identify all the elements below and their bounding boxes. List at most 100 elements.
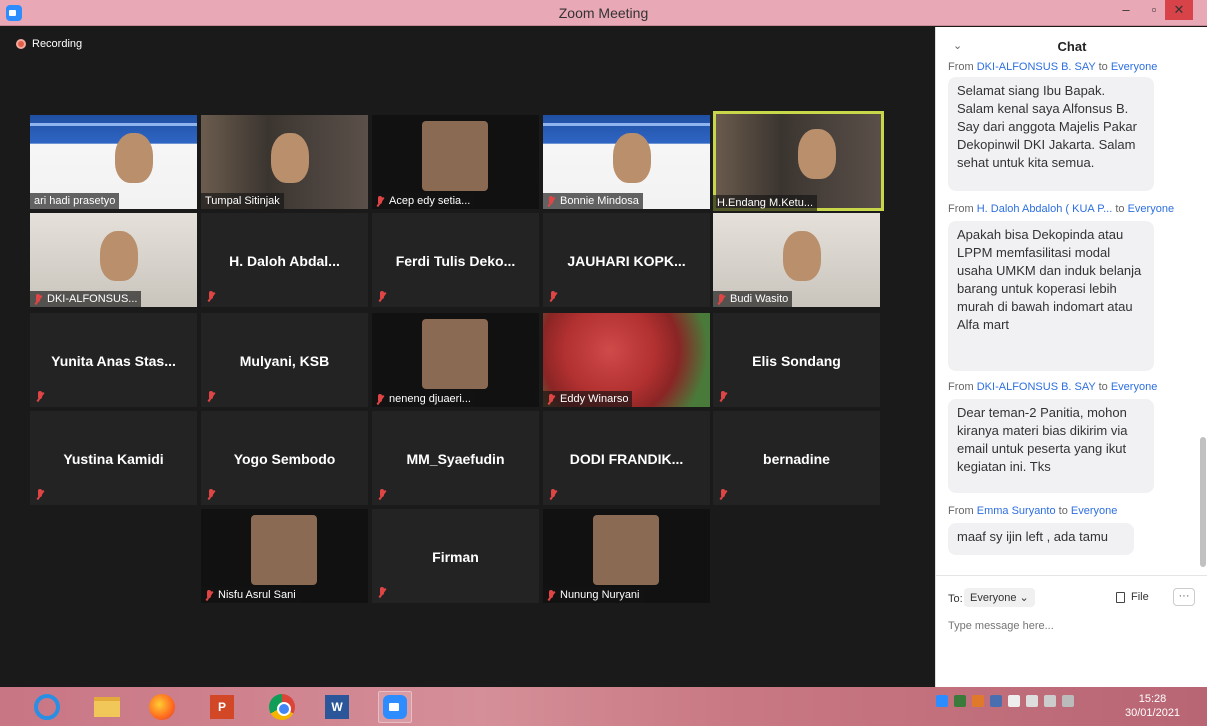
message-input[interactable] bbox=[948, 616, 1188, 636]
participant-name: Bonnie Mindosa bbox=[560, 195, 639, 207]
firefox-button[interactable] bbox=[145, 691, 179, 723]
chat-message-bubble[interactable]: Dear teman-2 Panitia, mohon kiranya mate… bbox=[948, 399, 1154, 493]
word-button[interactable]: W bbox=[320, 691, 354, 723]
zoom-icon bbox=[383, 695, 407, 719]
participant-tile[interactable]: bernadine bbox=[713, 411, 880, 505]
sender-name[interactable]: Emma Suryanto bbox=[977, 505, 1056, 517]
scrollbar-thumb[interactable] bbox=[1200, 437, 1206, 567]
participant-tile[interactable]: JAUHARI KOPK... bbox=[543, 213, 710, 307]
file-icon bbox=[1116, 591, 1125, 603]
internet-explorer-button[interactable] bbox=[30, 691, 64, 723]
participant-name-label: Bonnie Mindosa bbox=[543, 193, 643, 209]
participant-name-label: Budi Wasito bbox=[713, 291, 793, 307]
muted-mic-icon bbox=[547, 589, 556, 601]
recording-indicator[interactable]: Recording bbox=[16, 38, 82, 50]
muted-mic-icon bbox=[549, 291, 558, 303]
muted-mic-icon bbox=[376, 393, 385, 405]
participant-tile[interactable]: H.Endang M.Ketu... bbox=[713, 111, 884, 211]
slide-banner bbox=[30, 123, 197, 126]
participant-tile[interactable]: Mulyani, KSB bbox=[201, 313, 368, 407]
face-shape bbox=[115, 133, 153, 183]
participant-name: Nunung Nuryani bbox=[560, 589, 640, 601]
participant-name: ari hadi prasetyo bbox=[34, 195, 116, 207]
participant-name-label: neneng djuaeri... bbox=[372, 391, 475, 407]
chrome-button[interactable] bbox=[265, 691, 299, 723]
sender-name[interactable]: DKI-ALFONSUS B. SAY bbox=[977, 61, 1096, 73]
participant-tile[interactable]: Nisfu Asrul Sani bbox=[201, 509, 368, 603]
file-button[interactable]: File bbox=[1116, 591, 1149, 603]
participant-name-center: Firman bbox=[432, 549, 479, 565]
more-options-button[interactable]: ··· bbox=[1173, 588, 1195, 606]
participant-tile[interactable]: Tumpal Sitinjak bbox=[201, 115, 368, 209]
recipient-name[interactable]: Everyone bbox=[1071, 505, 1117, 517]
recipient-name[interactable]: Everyone bbox=[1111, 61, 1157, 73]
participant-name: neneng djuaeri... bbox=[389, 393, 471, 405]
windows-taskbar: P W 15:28 30/01/2021 bbox=[0, 687, 1207, 726]
sender-name[interactable]: DKI-ALFONSUS B. SAY bbox=[977, 381, 1096, 393]
participant-tile[interactable]: ari hadi prasetyo bbox=[30, 115, 197, 209]
participant-name-center: DODI FRANDIK... bbox=[569, 451, 684, 467]
participant-tile[interactable]: DKI-ALFONSUS... bbox=[30, 213, 197, 307]
muted-mic-icon bbox=[34, 293, 43, 305]
muted-mic-icon bbox=[719, 391, 728, 403]
chat-message-bubble[interactable]: Apakah bisa Dekopinda atau LPPM memfasil… bbox=[948, 221, 1154, 371]
zoom-tray-icon[interactable] bbox=[936, 695, 948, 707]
from-word: From bbox=[948, 203, 974, 215]
muted-mic-icon bbox=[719, 489, 728, 501]
system-tray bbox=[936, 695, 1074, 707]
chat-message-bubble[interactable]: Selamat siang Ibu Bapak. Salam kenal say… bbox=[948, 77, 1154, 191]
participant-tile[interactable]: DODI FRANDIK... bbox=[543, 411, 710, 505]
file-explorer-button[interactable] bbox=[90, 691, 124, 723]
chat-panel: ⌄ Chat From DKI-ALFONSUS B. SAY to Every… bbox=[935, 27, 1207, 687]
participant-name-center: bernadine bbox=[763, 451, 830, 467]
minimize-button[interactable]: – bbox=[1112, 0, 1140, 20]
zoom-taskbar-button[interactable] bbox=[378, 691, 412, 723]
participant-tile[interactable]: Acep edy setia... bbox=[372, 115, 539, 209]
participant-tile[interactable]: Yustina Kamidi bbox=[30, 411, 197, 505]
chat-message-list[interactable]: From DKI-ALFONSUS B. SAY to Everyone Sela… bbox=[936, 61, 1198, 569]
app-tray-icon[interactable] bbox=[990, 695, 1002, 707]
flag-icon[interactable] bbox=[1062, 695, 1074, 707]
face-shape bbox=[783, 231, 821, 281]
participant-tile[interactable]: Eddy Winarso bbox=[543, 313, 710, 407]
recipient-name[interactable]: Everyone bbox=[1128, 203, 1174, 215]
participant-tile[interactable]: Yogo Sembodo bbox=[201, 411, 368, 505]
participant-name: Acep edy setia... bbox=[389, 195, 471, 207]
participant-tile[interactable]: Elis Sondang bbox=[713, 313, 880, 407]
signal-icon[interactable] bbox=[1044, 695, 1056, 707]
app-tray-icon[interactable] bbox=[954, 695, 966, 707]
muted-mic-icon bbox=[205, 589, 214, 601]
taskbar-clock[interactable]: 15:28 30/01/2021 bbox=[1125, 692, 1180, 720]
muted-mic-icon bbox=[207, 391, 216, 403]
participant-tile[interactable]: Yunita Anas Stas... bbox=[30, 313, 197, 407]
to-word: to bbox=[1098, 381, 1108, 393]
recipient-name[interactable]: Everyone bbox=[1111, 381, 1157, 393]
from-word: From bbox=[948, 505, 974, 517]
participant-name-center: Yustina Kamidi bbox=[63, 451, 164, 467]
chat-message-bubble[interactable]: maaf sy ijin left , ada tamu bbox=[948, 523, 1134, 555]
participant-tile[interactable]: Budi Wasito bbox=[713, 213, 880, 307]
participant-tile[interactable]: Ferdi Tulis Deko... bbox=[372, 213, 539, 307]
participant-tile[interactable]: neneng djuaeri... bbox=[372, 313, 539, 407]
network-tray-icon[interactable] bbox=[1008, 695, 1020, 707]
participant-name: Nisfu Asrul Sani bbox=[218, 589, 296, 601]
participant-tile[interactable]: Nunung Nuryani bbox=[543, 509, 710, 603]
chat-scrollbar[interactable] bbox=[1199, 65, 1207, 573]
volume-icon[interactable] bbox=[1026, 695, 1038, 707]
to-word: to bbox=[1115, 203, 1125, 215]
participant-name-label: Nisfu Asrul Sani bbox=[201, 587, 300, 603]
close-button[interactable]: ✕ bbox=[1165, 0, 1193, 20]
chrome-icon bbox=[269, 694, 295, 720]
participant-name-center: Yogo Sembodo bbox=[233, 451, 336, 467]
sender-name[interactable]: H. Daloh Abdaloh ( KUA P... bbox=[977, 203, 1113, 215]
participant-tile[interactable]: Bonnie Mindosa bbox=[543, 115, 710, 209]
powerpoint-button[interactable]: P bbox=[205, 691, 239, 723]
maximize-button[interactable]: ▫ bbox=[1140, 0, 1168, 20]
participant-tile[interactable]: Firman bbox=[372, 509, 539, 603]
app-tray-icon[interactable] bbox=[972, 695, 984, 707]
participant-name-center: MM_Syaefudin bbox=[406, 451, 505, 467]
face-shape bbox=[422, 319, 488, 389]
participant-tile[interactable]: H. Daloh Abdal... bbox=[201, 213, 368, 307]
recipient-dropdown[interactable]: Everyone ⌄ bbox=[964, 588, 1035, 607]
participant-tile[interactable]: MM_Syaefudin bbox=[372, 411, 539, 505]
